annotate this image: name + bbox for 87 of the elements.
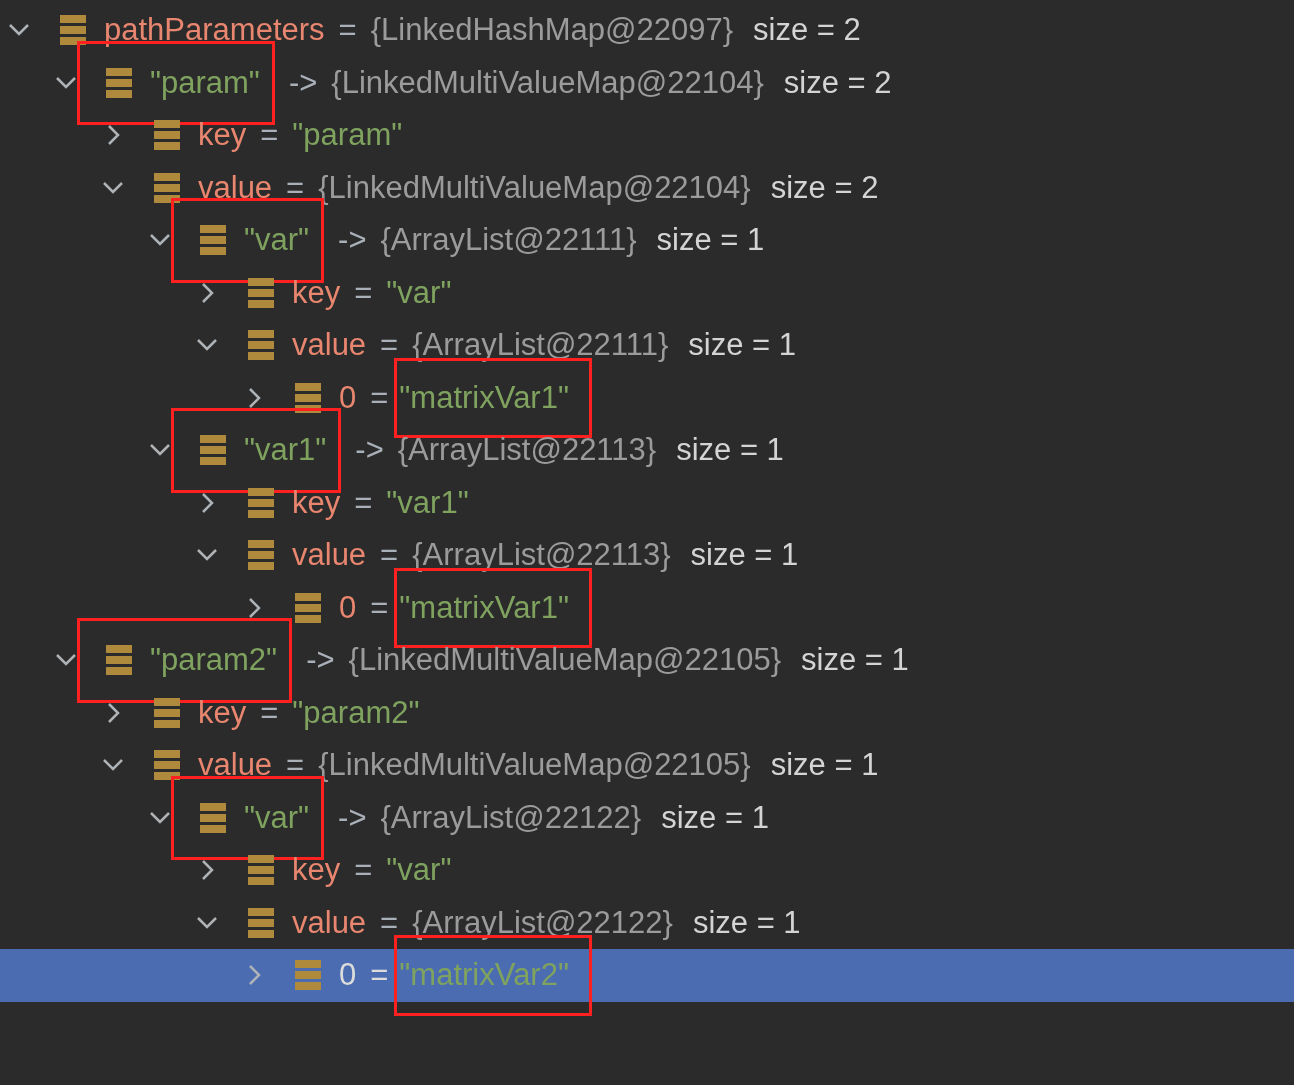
size-label: size = 1 xyxy=(661,798,769,837)
field-icon xyxy=(248,855,274,886)
variable-name: "param" xyxy=(150,63,260,102)
field-icon xyxy=(248,487,274,518)
variable-name: "var" xyxy=(244,798,310,837)
variable-name: 0 xyxy=(339,956,357,994)
variable-value: {ArrayList@22113} xyxy=(397,431,657,469)
variable-value: {LinkedHashMap@22097} xyxy=(370,11,734,49)
field-icon xyxy=(200,802,226,833)
separator: -> xyxy=(338,798,367,837)
variable-value: {ArrayList@22111} xyxy=(412,326,669,364)
field-icon xyxy=(106,645,132,676)
variable-name: "var1" xyxy=(244,431,327,469)
variable-value: "matrixVar1" xyxy=(399,588,569,627)
field-icon xyxy=(200,225,226,256)
size-label: size = 1 xyxy=(688,326,796,364)
variable-name: value xyxy=(292,903,367,942)
size-label: size = 2 xyxy=(770,168,879,207)
field-icon xyxy=(248,540,274,571)
field-icon xyxy=(248,330,274,361)
variable-name: value xyxy=(198,168,273,207)
separator: = xyxy=(286,168,305,207)
variable-value: {ArrayList@22111} xyxy=(380,221,637,259)
field-icon xyxy=(200,435,226,466)
separator: -> xyxy=(338,221,367,259)
variable-value: {ArrayList@22122} xyxy=(380,798,642,837)
separator: -> xyxy=(306,641,335,679)
separator: = xyxy=(338,11,357,49)
variable-name: key xyxy=(292,851,341,889)
variable-value: "var" xyxy=(386,851,452,889)
field-icon xyxy=(154,172,180,203)
variable-name: "var" xyxy=(244,221,310,259)
field-icon xyxy=(154,120,180,151)
separator: = xyxy=(286,746,305,784)
variable-name: value xyxy=(292,536,367,574)
size-label: size = 1 xyxy=(692,903,801,942)
size-label: size = 1 xyxy=(676,431,784,469)
size-label: size = 1 xyxy=(801,641,909,679)
variable-value: {LinkedMultiValueMap@22104} xyxy=(331,63,764,102)
field-icon xyxy=(154,697,180,728)
variable-name: value xyxy=(292,326,367,364)
separator: -> xyxy=(288,63,318,102)
variable-value: {LinkedMultiValueMap@22104} xyxy=(318,168,751,207)
variable-name: pathParameters xyxy=(104,11,325,49)
variable-name: "param2" xyxy=(150,641,278,679)
separator: = xyxy=(354,851,373,889)
variable-value: "var1" xyxy=(386,483,469,522)
separator: -> xyxy=(355,431,384,469)
variable-value: {LinkedMultiValueMap@22105} xyxy=(318,746,751,784)
variable-value: "param2" xyxy=(292,693,420,732)
field-icon xyxy=(60,15,86,46)
variable-value: "matrixVar2" xyxy=(399,956,569,994)
variable-value: {LinkedMultiValueMap@22105} xyxy=(348,641,782,679)
variable-name: 0 xyxy=(339,378,357,417)
field-icon xyxy=(295,382,321,413)
separator: = xyxy=(370,588,389,627)
separator: = xyxy=(380,536,399,574)
variable-value: "var" xyxy=(386,273,452,312)
separator: = xyxy=(370,378,389,417)
separator: = xyxy=(380,326,399,364)
size-label: size = 1 xyxy=(690,536,799,574)
variable-name: 0 xyxy=(339,588,357,627)
separator: = xyxy=(370,956,389,994)
field-icon xyxy=(248,907,274,938)
separator: = xyxy=(260,116,279,154)
variable-value: "matrixVar1" xyxy=(399,378,569,417)
variable-name: value xyxy=(198,746,273,784)
size-label: size = 2 xyxy=(783,63,892,102)
separator: = xyxy=(354,483,373,522)
separator: = xyxy=(380,903,399,942)
separator: = xyxy=(260,693,279,732)
size-label: size = 2 xyxy=(753,11,861,49)
field-icon xyxy=(295,960,321,991)
field-icon xyxy=(248,277,274,308)
size-label: size = 1 xyxy=(770,746,879,784)
field-icon xyxy=(106,67,132,98)
size-label: size = 1 xyxy=(656,221,765,259)
field-icon xyxy=(154,750,180,781)
variable-value: {ArrayList@22122} xyxy=(412,903,673,942)
variable-name: key xyxy=(292,273,341,312)
variable-value: "param" xyxy=(292,116,403,154)
variable-name: key xyxy=(198,116,247,154)
variable-name: key xyxy=(292,483,341,522)
variable-name: key xyxy=(198,693,247,732)
variable-value: {ArrayList@22113} xyxy=(412,536,671,574)
field-icon xyxy=(295,592,321,623)
separator: = xyxy=(354,273,373,312)
